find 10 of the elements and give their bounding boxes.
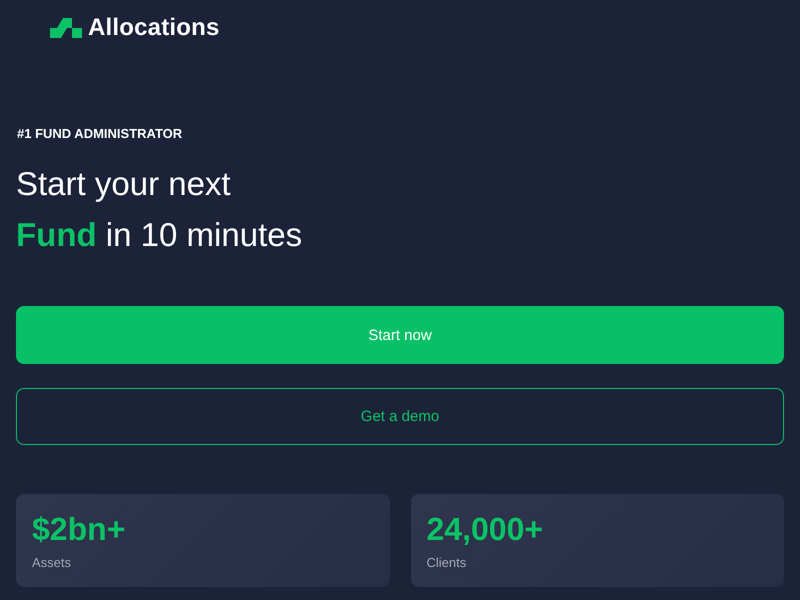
- eyebrow-label: #1 FUND ADMINISTRATOR: [17, 125, 182, 143]
- stat-label: Assets: [32, 554, 72, 572]
- logo-text[interactable]: Allocations: [88, 16, 220, 40]
- headline-line: Fund in 10 minutes: [16, 215, 302, 255]
- stat-value: $2bn+: [32, 510, 126, 548]
- stat-value: 24,000+: [426, 510, 544, 548]
- headline-line: Start your next: [16, 164, 231, 204]
- logo-icon: [50, 18, 82, 38]
- stat-label: Clients: [426, 554, 466, 572]
- demo-button[interactable]: Get a demo: [16, 388, 784, 445]
